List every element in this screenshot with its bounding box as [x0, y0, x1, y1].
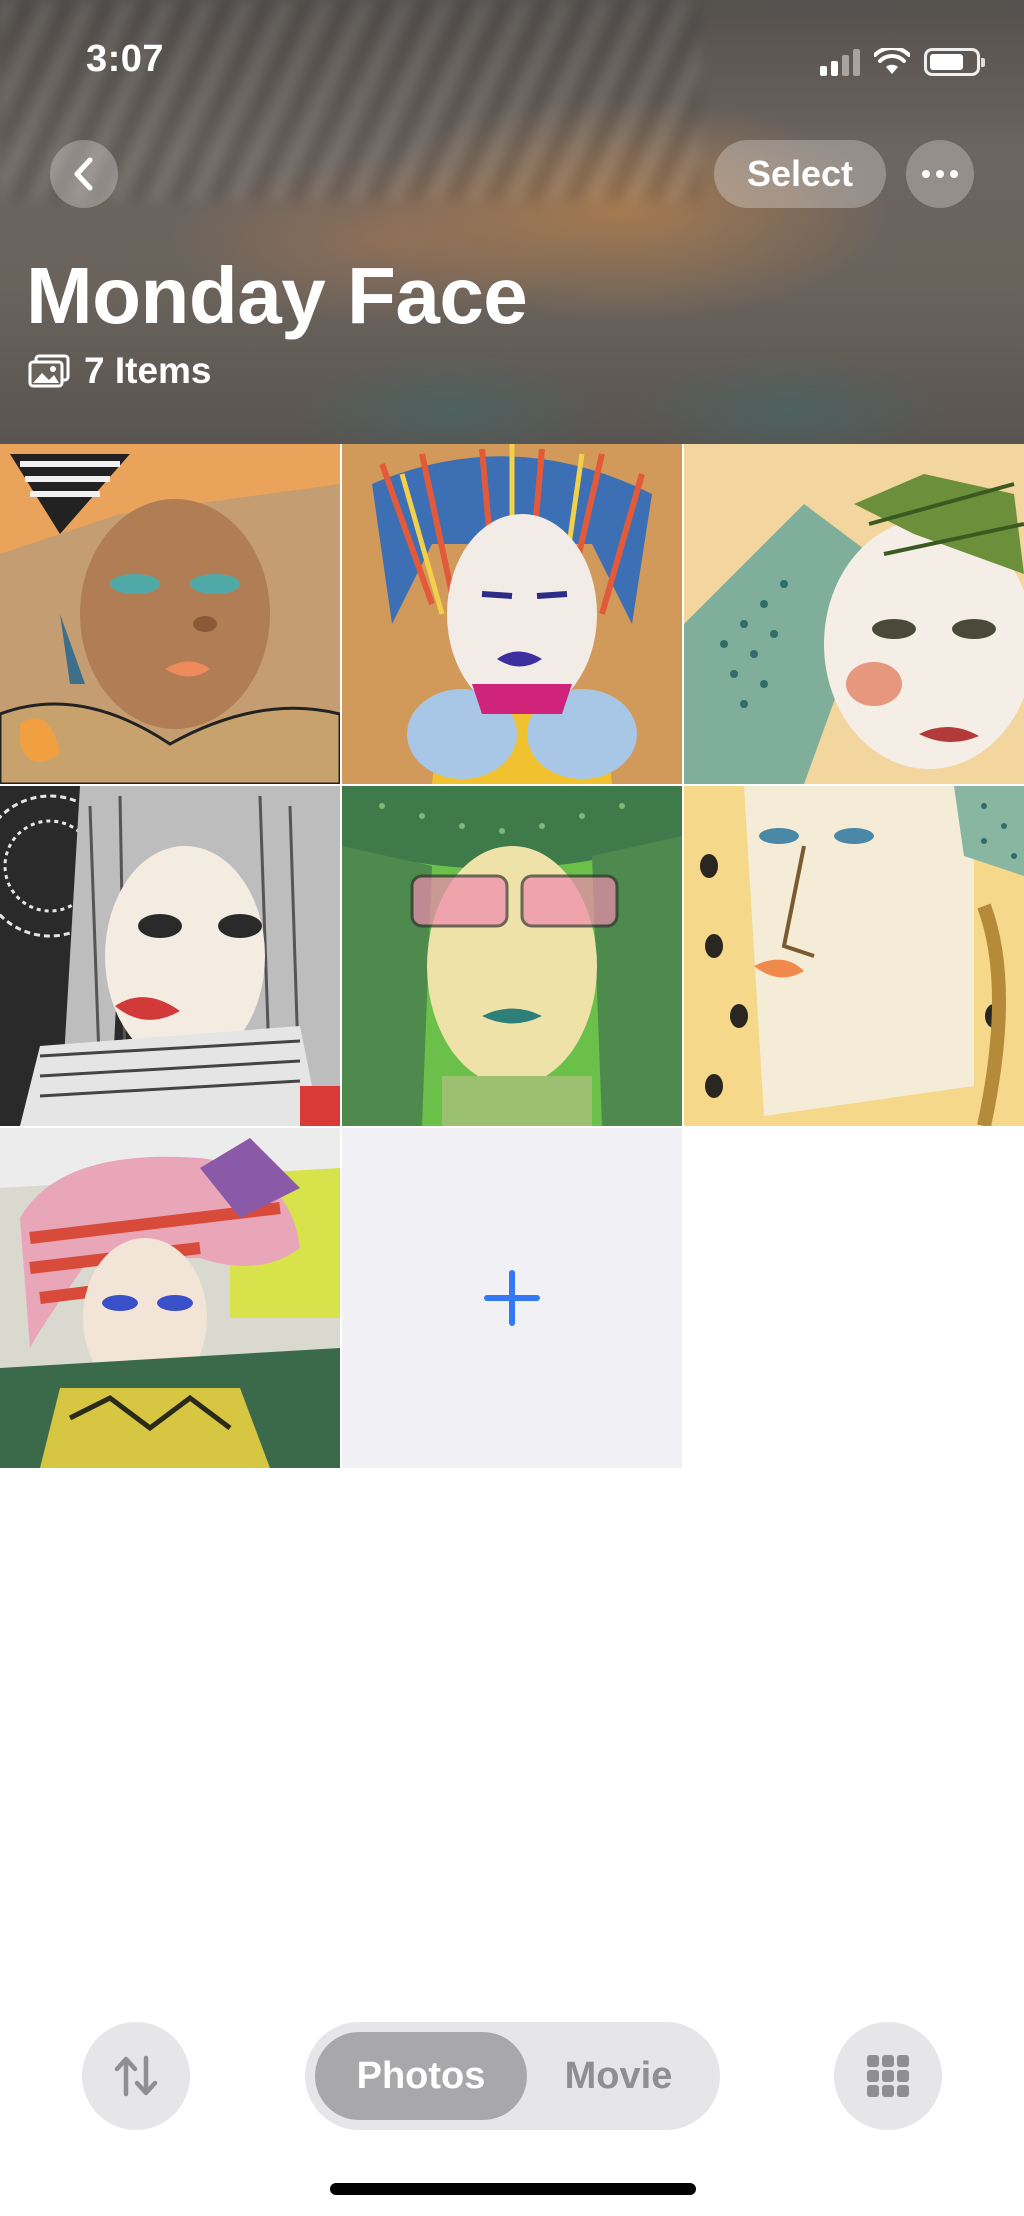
- photo-face-5[interactable]: [342, 786, 682, 1126]
- sort-arrows-icon: [114, 2055, 158, 2097]
- grid-layout-button[interactable]: [834, 2022, 942, 2130]
- add-photos-tile[interactable]: [342, 1128, 682, 1468]
- select-button[interactable]: Select: [714, 140, 886, 208]
- item-count-label: 7 Items: [84, 350, 212, 391]
- battery-icon: [924, 48, 985, 76]
- grid-icon: [867, 2055, 909, 2097]
- chevron-left-icon: [74, 157, 93, 191]
- album-header: 3:07 Select Monday Face 7 Items: [0, 0, 1024, 444]
- album-title: Monday Face: [26, 251, 528, 340]
- status-icons: [820, 44, 985, 80]
- home-indicator[interactable]: [330, 2183, 696, 2195]
- back-button[interactable]: [50, 140, 118, 208]
- photos-stack-icon: [28, 354, 70, 388]
- wifi-icon: [874, 48, 910, 74]
- photo-face-7[interactable]: [0, 1128, 340, 1468]
- photo-face-2[interactable]: [342, 444, 682, 784]
- segment-movie[interactable]: Movie: [527, 2032, 710, 2120]
- cellular-signal-icon: [820, 48, 860, 76]
- ellipsis-icon: [922, 170, 930, 178]
- photo-face-1[interactable]: [0, 444, 340, 784]
- plus-icon: [484, 1270, 540, 1326]
- more-options-button[interactable]: [906, 140, 974, 208]
- item-count: 7 Items: [28, 350, 212, 392]
- photo-face-3[interactable]: [684, 444, 1024, 784]
- sort-button[interactable]: [82, 2022, 190, 2130]
- photo-face-4[interactable]: [0, 786, 340, 1126]
- segment-photos[interactable]: Photos: [315, 2032, 527, 2120]
- view-mode-segmented-control: Photos Movie: [305, 2022, 720, 2130]
- photo-face-6[interactable]: [684, 786, 1024, 1126]
- status-time: 3:07: [86, 38, 165, 80]
